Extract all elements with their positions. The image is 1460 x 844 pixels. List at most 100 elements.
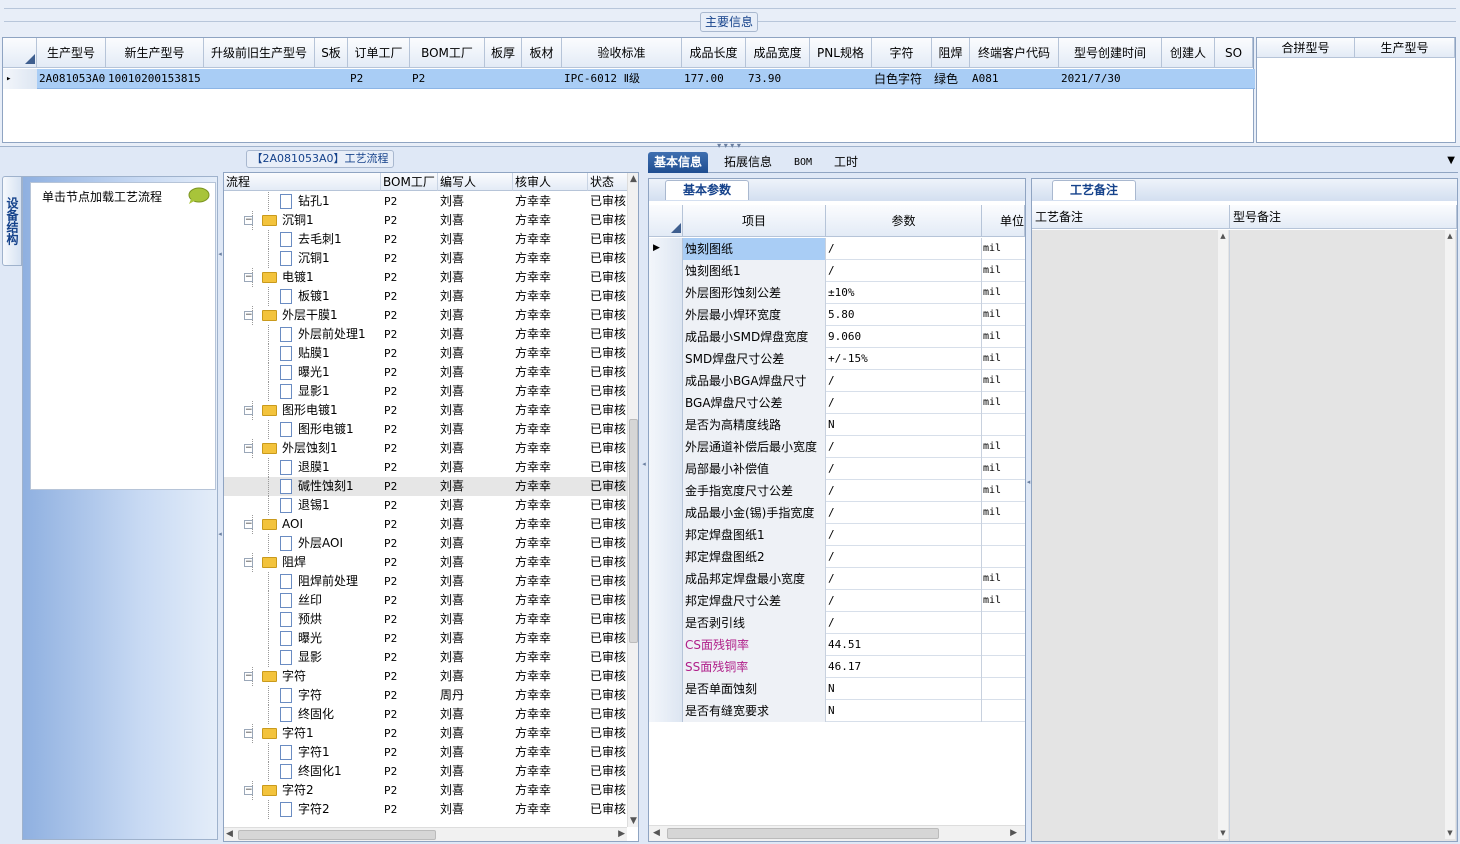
param-value[interactable]: / [826,546,982,568]
scroll-up-arrow-icon[interactable]: ▲ [628,174,638,184]
row-header[interactable] [649,282,683,304]
param-row[interactable]: 是否单面蚀刻 N [649,678,1025,700]
param-value[interactable]: / [826,502,982,524]
param-row[interactable]: BGA焊盘尺寸公差 / mil [649,392,1025,414]
col-header-s-board[interactable]: S板 [315,38,348,68]
collapse-toggle-icon[interactable]: − [244,273,253,282]
device-tree-area[interactable] [30,182,216,490]
tree-step-row[interactable]: 显影 P2 刘喜 方幸幸 已审核 [224,648,628,667]
param-value[interactable]: ±10% [826,282,982,304]
table-row[interactable]: ▸ 2A081053A0 10010200153815 P2 P2 IPC-60… [3,69,1255,89]
param-row[interactable]: 局部最小补偿值 / mil [649,458,1025,480]
scroll-down-arrow-icon[interactable]: ▼ [1218,829,1228,837]
col-header-process-note[interactable]: 工艺备注 [1032,205,1230,229]
param-row[interactable]: 成品最小BGA焊盘尺寸 / mil [649,370,1025,392]
row-header[interactable] [649,414,683,436]
col-header-bom-factory[interactable]: BOM工厂 [410,38,485,68]
param-value[interactable]: N [826,678,982,700]
tree-folder-row[interactable]: − 字符 P2 刘喜 方幸幸 已审核 [224,667,628,686]
param-row[interactable]: 是否有缝宽要求 N [649,700,1025,722]
tree-step-row[interactable]: 阻焊前处理 P2 刘喜 方幸幸 已审核 [224,572,628,591]
scroll-right-arrow-icon[interactable]: ▶ [618,829,625,839]
row-header[interactable] [649,568,683,590]
tree-step-row[interactable]: 图形电镀1 P2 刘喜 方幸幸 已审核 [224,420,628,439]
col-header-bom-factory[interactable]: BOM工厂 [381,173,438,191]
note-scrollbar[interactable]: ▲ ▼ [1218,230,1228,839]
col-header-reviewer[interactable]: 核审人 [513,173,588,191]
tree-folder-row[interactable]: − 电镀1 P2 刘喜 方幸幸 已审核 [224,268,628,287]
collapse-toggle-icon[interactable]: − [244,672,253,681]
col-header-param[interactable]: 参数 [826,205,982,237]
tree-step-row[interactable]: 贴膜1 P2 刘喜 方幸幸 已审核 [224,344,628,363]
tree-folder-row[interactable]: − 字符2 P2 刘喜 方幸幸 已审核 [224,781,628,800]
row-header[interactable] [649,634,683,656]
col-header-flow[interactable]: 流程 [224,173,381,191]
row-header[interactable] [649,612,683,634]
collapse-toggle-icon[interactable]: − [244,558,253,567]
scroll-right-arrow-icon[interactable]: ▶ [1010,828,1017,838]
process-note-textarea[interactable]: ▲ ▼ [1032,230,1230,841]
param-value[interactable]: 46.17 [826,656,982,678]
col-header-created-time[interactable]: 型号创建时间 [1059,38,1162,68]
row-header[interactable] [649,458,683,480]
param-row[interactable]: 外层最小焊环宽度 5.80 mil [649,304,1025,326]
param-row[interactable]: 是否剥引线 / [649,612,1025,634]
merge-model-grid[interactable]: 合拼型号 生产型号 [1256,37,1456,143]
collapse-toggle-icon[interactable]: − [244,729,253,738]
row-header[interactable]: ▶ [649,238,683,260]
row-header[interactable] [649,348,683,370]
col-header-order-factory[interactable]: 订单工厂 [348,38,410,68]
row-header[interactable] [649,436,683,458]
tree-horizontal-scrollbar[interactable]: ◀ ▶ [224,827,627,841]
tree-folder-row[interactable]: − 阻焊 P2 刘喜 方幸幸 已审核 [224,553,628,572]
param-row[interactable]: SS面残铜率 46.17 [649,656,1025,678]
tree-step-row[interactable]: 字符1 P2 刘喜 方幸幸 已审核 [224,743,628,762]
col-header-creator[interactable]: 创建人 [1162,38,1215,68]
col-header-width[interactable]: 成品宽度 [746,38,810,68]
param-row[interactable]: 邦定焊盘图纸2/ [649,546,1025,568]
param-value[interactable]: 5.80 [826,304,982,326]
param-value[interactable]: / [826,458,982,480]
tree-step-row[interactable]: 显影1 P2 刘喜 方幸幸 已审核 [224,382,628,401]
tree-step-row[interactable]: 字符 P2 周丹 方幸幸 已审核 [224,686,628,705]
row-header[interactable] [649,546,683,568]
tree-step-row[interactable]: 去毛刺1 P2 刘喜 方幸幸 已审核 [224,230,628,249]
col-header-so[interactable]: SO [1215,38,1253,68]
col-header-new-model[interactable]: 新生产型号 [106,38,204,68]
params-horizontal-scrollbar[interactable]: ◀ ▶ [649,825,1025,841]
scroll-down-arrow-icon[interactable]: ▼ [1445,829,1455,837]
param-value[interactable]: / [826,260,982,282]
tree-vertical-scrollbar[interactable]: ▲ ▼ [627,173,638,827]
param-value[interactable]: N [826,414,982,436]
tab-menu-dropdown-icon[interactable]: ▼ [1447,155,1455,166]
col-header-character[interactable]: 字符 [872,38,932,68]
tree-step-row[interactable]: 丝印 P2 刘喜 方幸幸 已审核 [224,591,628,610]
model-note-textarea[interactable]: ▲ ▼ [1230,230,1457,841]
col-header-old-model[interactable]: 升级前旧生产型号 [204,38,315,68]
param-row[interactable]: 金手指宽度尺寸公差 / mil [649,480,1025,502]
row-header[interactable] [649,700,683,722]
param-value[interactable]: +/-15% [826,348,982,370]
col-header-material[interactable]: 板材 [522,38,562,68]
tree-step-row[interactable]: 曝光1 P2 刘喜 方幸幸 已审核 [224,363,628,382]
col-header-thickness[interactable]: 板厚 [485,38,522,68]
param-value[interactable]: / [826,392,982,414]
main-info-grid[interactable]: 生产型号 新生产型号 升级前旧生产型号 S板 订单工厂 BOM工厂 板厚 板材 … [2,37,1255,143]
param-row[interactable]: CS面残铜率 44.51 [649,634,1025,656]
scroll-left-arrow-icon[interactable]: ◀ [653,828,660,838]
row-header[interactable] [649,326,683,348]
param-value[interactable]: / [826,568,982,590]
row-header[interactable] [649,590,683,612]
tab-extended-info[interactable]: 拓展信息 [718,152,778,173]
tree-step-row[interactable]: 曝光 P2 刘喜 方幸幸 已审核 [224,629,628,648]
tab-device-structure[interactable]: 设备结构 [2,176,22,266]
param-value[interactable]: / [826,524,982,546]
param-row[interactable]: SMD焊盘尺寸公差 +/-15% mil [649,348,1025,370]
tree-step-row[interactable]: 预烘 P2 刘喜 方幸幸 已审核 [224,610,628,629]
param-value[interactable]: / [826,480,982,502]
col-header-merge-production-model[interactable]: 生产型号 [1355,38,1455,58]
scroll-up-arrow-icon[interactable]: ▲ [1218,232,1228,240]
col-header-unit[interactable]: 单位 [982,205,1025,237]
row-header[interactable] [649,502,683,524]
tree-step-row[interactable]: 沉铜1 P2 刘喜 方幸幸 已审核 [224,249,628,268]
